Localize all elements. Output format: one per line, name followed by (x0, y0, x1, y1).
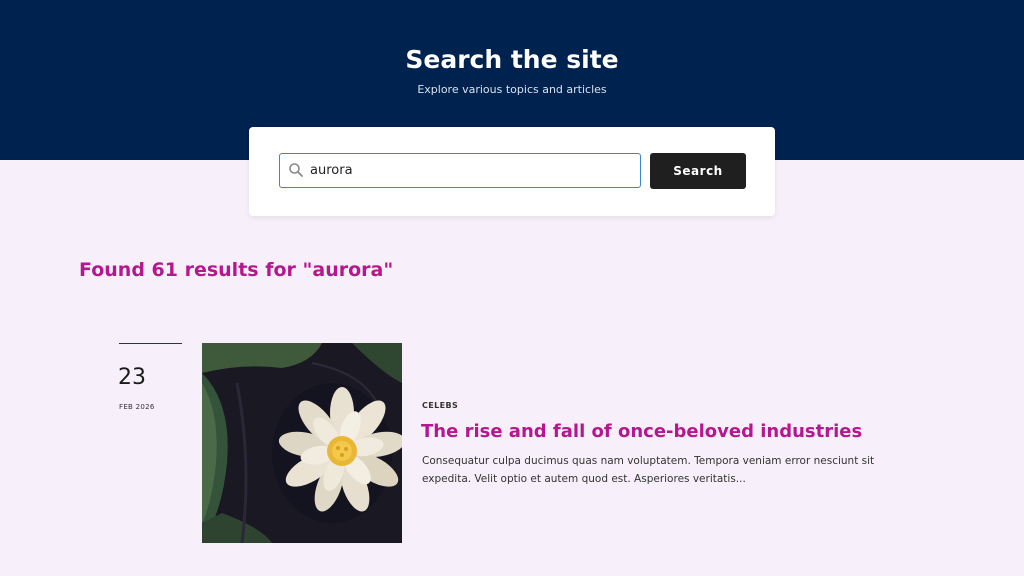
date-divider (119, 343, 182, 344)
date-month-year: FEB 2026 (119, 403, 155, 411)
article-category[interactable]: CELEBS (422, 400, 458, 411)
search-icon (289, 163, 303, 177)
page-title: Search the site (405, 45, 619, 74)
article-title-link[interactable]: The rise and fall of once-beloved indust… (421, 420, 862, 444)
search-input[interactable] (310, 154, 630, 186)
article-excerpt: Consequatur culpa ducimus quas nam volup… (422, 455, 875, 485)
search-button[interactable]: Search (650, 153, 746, 189)
page-subtitle: Explore various topics and articles (417, 83, 607, 96)
article-thumbnail[interactable] (202, 343, 402, 543)
date-day: 23 (118, 365, 146, 390)
search-card: Search (249, 127, 775, 216)
results-heading: Found 61 results for "aurora" (79, 259, 394, 281)
water-lily-image (202, 343, 402, 543)
search-field[interactable] (279, 153, 641, 188)
